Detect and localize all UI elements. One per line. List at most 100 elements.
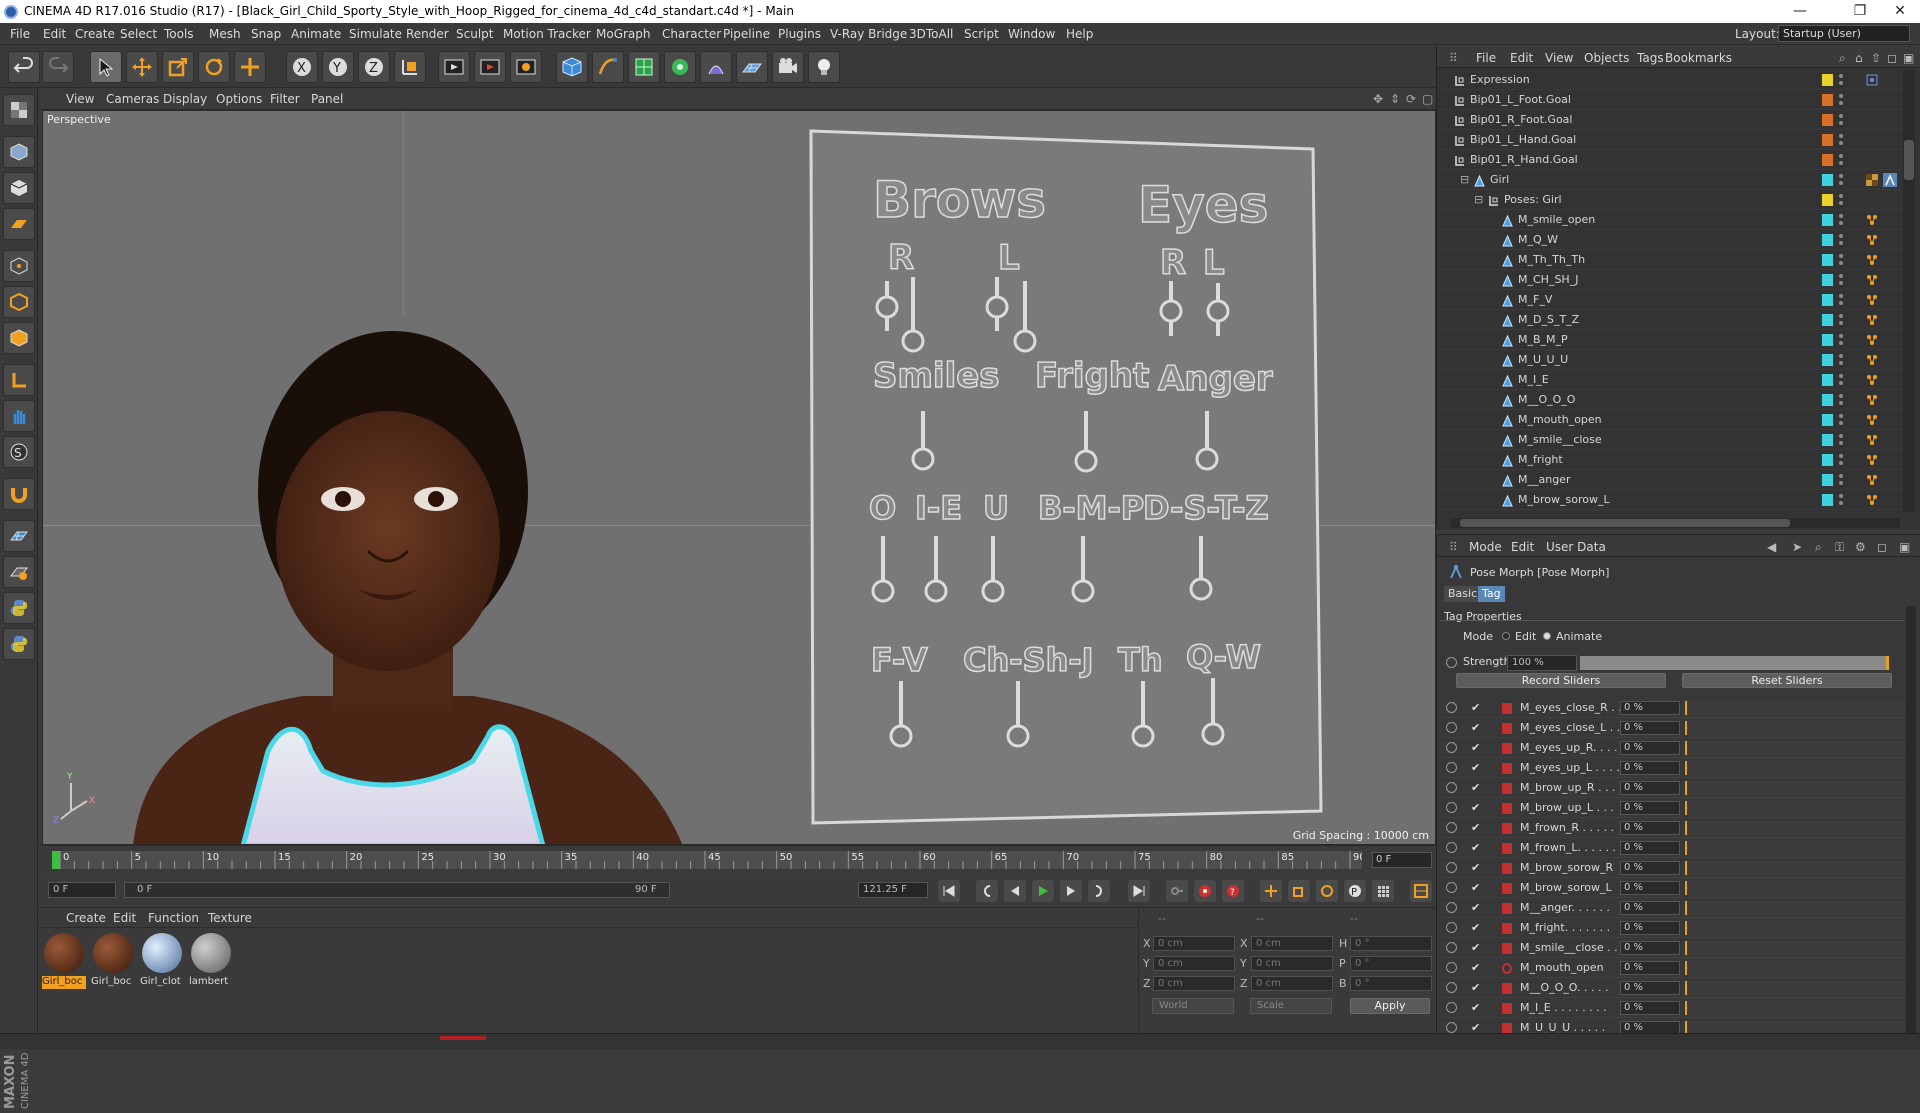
vp-menu-filter[interactable]: Filter — [270, 92, 300, 106]
morph-value-field[interactable]: 0 % — [1620, 961, 1680, 975]
vp-nav-move-icon[interactable]: ✥ — [1373, 92, 1383, 106]
morph-enable-checkbox[interactable]: ✔ — [1471, 958, 1480, 978]
prev-frame-button[interactable] — [1004, 880, 1026, 902]
axis-mode-button[interactable] — [3, 364, 35, 396]
morph-tag-icon[interactable] — [1865, 353, 1879, 367]
morph-tag-icon[interactable] — [1865, 213, 1879, 227]
menu-simulate[interactable]: Simulate — [349, 27, 402, 41]
snap-button[interactable]: S — [3, 436, 35, 468]
menu-script[interactable]: Script — [964, 27, 999, 41]
search-icon[interactable]: ⌕ — [1839, 51, 1846, 66]
key-position-button[interactable] — [1260, 880, 1282, 902]
attr-gear-icon[interactable]: ⚙ — [1855, 540, 1866, 554]
mat-menu-texture[interactable]: Texture — [208, 911, 252, 925]
new-view-icon[interactable]: ◻ — [1887, 51, 1897, 65]
tab-basic[interactable]: Basic — [1444, 586, 1482, 602]
tree-collapse-toggle[interactable]: ⊟ — [1460, 170, 1469, 190]
light-button[interactable] — [808, 51, 840, 83]
menu-motion-tracker[interactable]: Motion Tracker — [503, 27, 591, 41]
preview-range-slider[interactable]: 0 F 90 F — [124, 882, 670, 898]
morph-keyframe-dot[interactable] — [1446, 842, 1457, 853]
scale-tool-button[interactable] — [162, 51, 194, 83]
coord-size-mode-select[interactable]: Scale — [1250, 998, 1332, 1014]
object-row[interactable]: M_Q_W — [1440, 230, 1903, 250]
morph-enable-checkbox[interactable]: ✔ — [1471, 998, 1480, 1018]
attr-menu-edit[interactable]: Edit — [1511, 540, 1534, 554]
timeline-ruler[interactable]: 0 5 10 15 20 25 30 35 40 45 50 55 60 65 70 75 80 85 90 — [52, 851, 1362, 869]
morph-slider[interactable] — [1685, 781, 1905, 795]
z-axis-lock-button[interactable]: Z — [358, 51, 390, 83]
goto-start-button[interactable] — [938, 880, 960, 902]
fps-field[interactable]: 121.25 F — [858, 882, 928, 898]
object-row[interactable]: M_U_U_U — [1440, 350, 1903, 370]
morph-enable-checkbox[interactable]: ✔ — [1471, 778, 1480, 798]
lock-workplane-button[interactable] — [3, 556, 35, 588]
morph-value-field[interactable]: 0 % — [1620, 761, 1680, 775]
morph-enable-checkbox[interactable]: ✔ — [1471, 918, 1480, 938]
vp-menu-display[interactable]: Display — [163, 92, 207, 106]
object-horizontal-scrollbar[interactable] — [1450, 518, 1900, 528]
morph-enable-checkbox[interactable]: ✔ — [1471, 878, 1480, 898]
key-pla-button[interactable] — [1372, 880, 1394, 902]
python-script-2-button[interactable] — [3, 628, 35, 660]
spline-pen-button[interactable] — [592, 51, 624, 83]
object-row[interactable]: M__anger — [1440, 470, 1903, 490]
visibility-dots[interactable] — [1838, 333, 1844, 347]
visibility-dots[interactable] — [1838, 233, 1844, 247]
material-swatch[interactable]: lambert — [189, 933, 233, 989]
morph-slider[interactable] — [1685, 741, 1905, 755]
visibility-dots[interactable] — [1838, 313, 1844, 327]
visibility-dots[interactable] — [1838, 93, 1844, 107]
menu-animate[interactable]: Animate — [291, 27, 341, 41]
morph-enable-checkbox[interactable]: ✔ — [1471, 938, 1480, 958]
layer-color-swatch[interactable] — [1822, 134, 1833, 146]
layer-color-swatch[interactable] — [1822, 374, 1833, 386]
object-vertical-scrollbar[interactable] — [1903, 70, 1915, 512]
menu-tools[interactable]: Tools — [164, 27, 194, 41]
morph-keyframe-dot[interactable] — [1446, 782, 1457, 793]
rotation-p-field[interactable]: 0 ° — [1350, 956, 1432, 971]
layer-color-swatch[interactable] — [1822, 314, 1833, 326]
size-y-field[interactable]: 0 cm — [1251, 956, 1333, 971]
morph-enable-checkbox[interactable]: ✔ — [1471, 898, 1480, 918]
morph-keyframe-dot[interactable] — [1446, 862, 1457, 873]
obj-menu-file[interactable]: File — [1476, 51, 1496, 65]
morph-enable-checkbox[interactable]: ✔ — [1471, 838, 1480, 858]
morph-slider[interactable] — [1685, 881, 1905, 895]
mode-edit-radio[interactable] — [1502, 632, 1510, 640]
floor-button[interactable] — [736, 51, 768, 83]
morph-slider[interactable] — [1685, 841, 1905, 855]
python-script-button[interactable] — [3, 592, 35, 624]
mode-animate-radio[interactable] — [1543, 632, 1551, 640]
morph-value-field[interactable]: 0 % — [1620, 1001, 1680, 1015]
reset-sliders-button[interactable]: Reset Sliders — [1682, 673, 1892, 688]
close-button[interactable]: ✕ — [1880, 0, 1920, 23]
xpresso-tag-icon[interactable] — [1865, 73, 1879, 87]
render-picture-viewer-button[interactable] — [474, 51, 506, 83]
layer-color-swatch[interactable] — [1822, 474, 1833, 486]
menu-mograph[interactable]: MoGraph — [596, 27, 651, 41]
record-button[interactable] — [1194, 880, 1216, 902]
visibility-dots[interactable] — [1838, 173, 1844, 187]
attr-menu-mode[interactable]: Mode — [1469, 540, 1502, 554]
rotation-h-field[interactable]: 0 ° — [1350, 936, 1432, 951]
vp-menu-options[interactable]: Options — [216, 92, 262, 106]
attribute-vertical-scrollbar[interactable] — [1906, 606, 1916, 1033]
object-row[interactable]: M_smile_open — [1440, 210, 1903, 230]
x-axis-lock-button[interactable]: X — [286, 51, 318, 83]
object-row[interactable]: Bip01_L_Hand.Goal — [1440, 130, 1903, 150]
edges-mode-button[interactable] — [3, 286, 35, 318]
texture-mode-button[interactable] — [3, 172, 35, 204]
morph-value-field[interactable]: 0 % — [1620, 841, 1680, 855]
subdivision-surface-button[interactable] — [628, 51, 660, 83]
visibility-dots[interactable] — [1838, 193, 1844, 207]
morph-enable-checkbox[interactable]: ✔ — [1471, 978, 1480, 998]
back-arrow-icon[interactable]: ◀ — [1767, 540, 1776, 554]
tree-collapse-toggle[interactable]: ⊟ — [1474, 190, 1483, 210]
morph-keyframe-dot[interactable] — [1446, 822, 1457, 833]
layer-color-swatch[interactable] — [1822, 274, 1833, 286]
object-row[interactable]: M_CH_SH_J — [1440, 270, 1903, 290]
attr-menu-userdata[interactable]: User Data — [1546, 540, 1606, 554]
render-view-button[interactable] — [438, 51, 470, 83]
morph-tag-icon[interactable] — [1865, 433, 1879, 447]
